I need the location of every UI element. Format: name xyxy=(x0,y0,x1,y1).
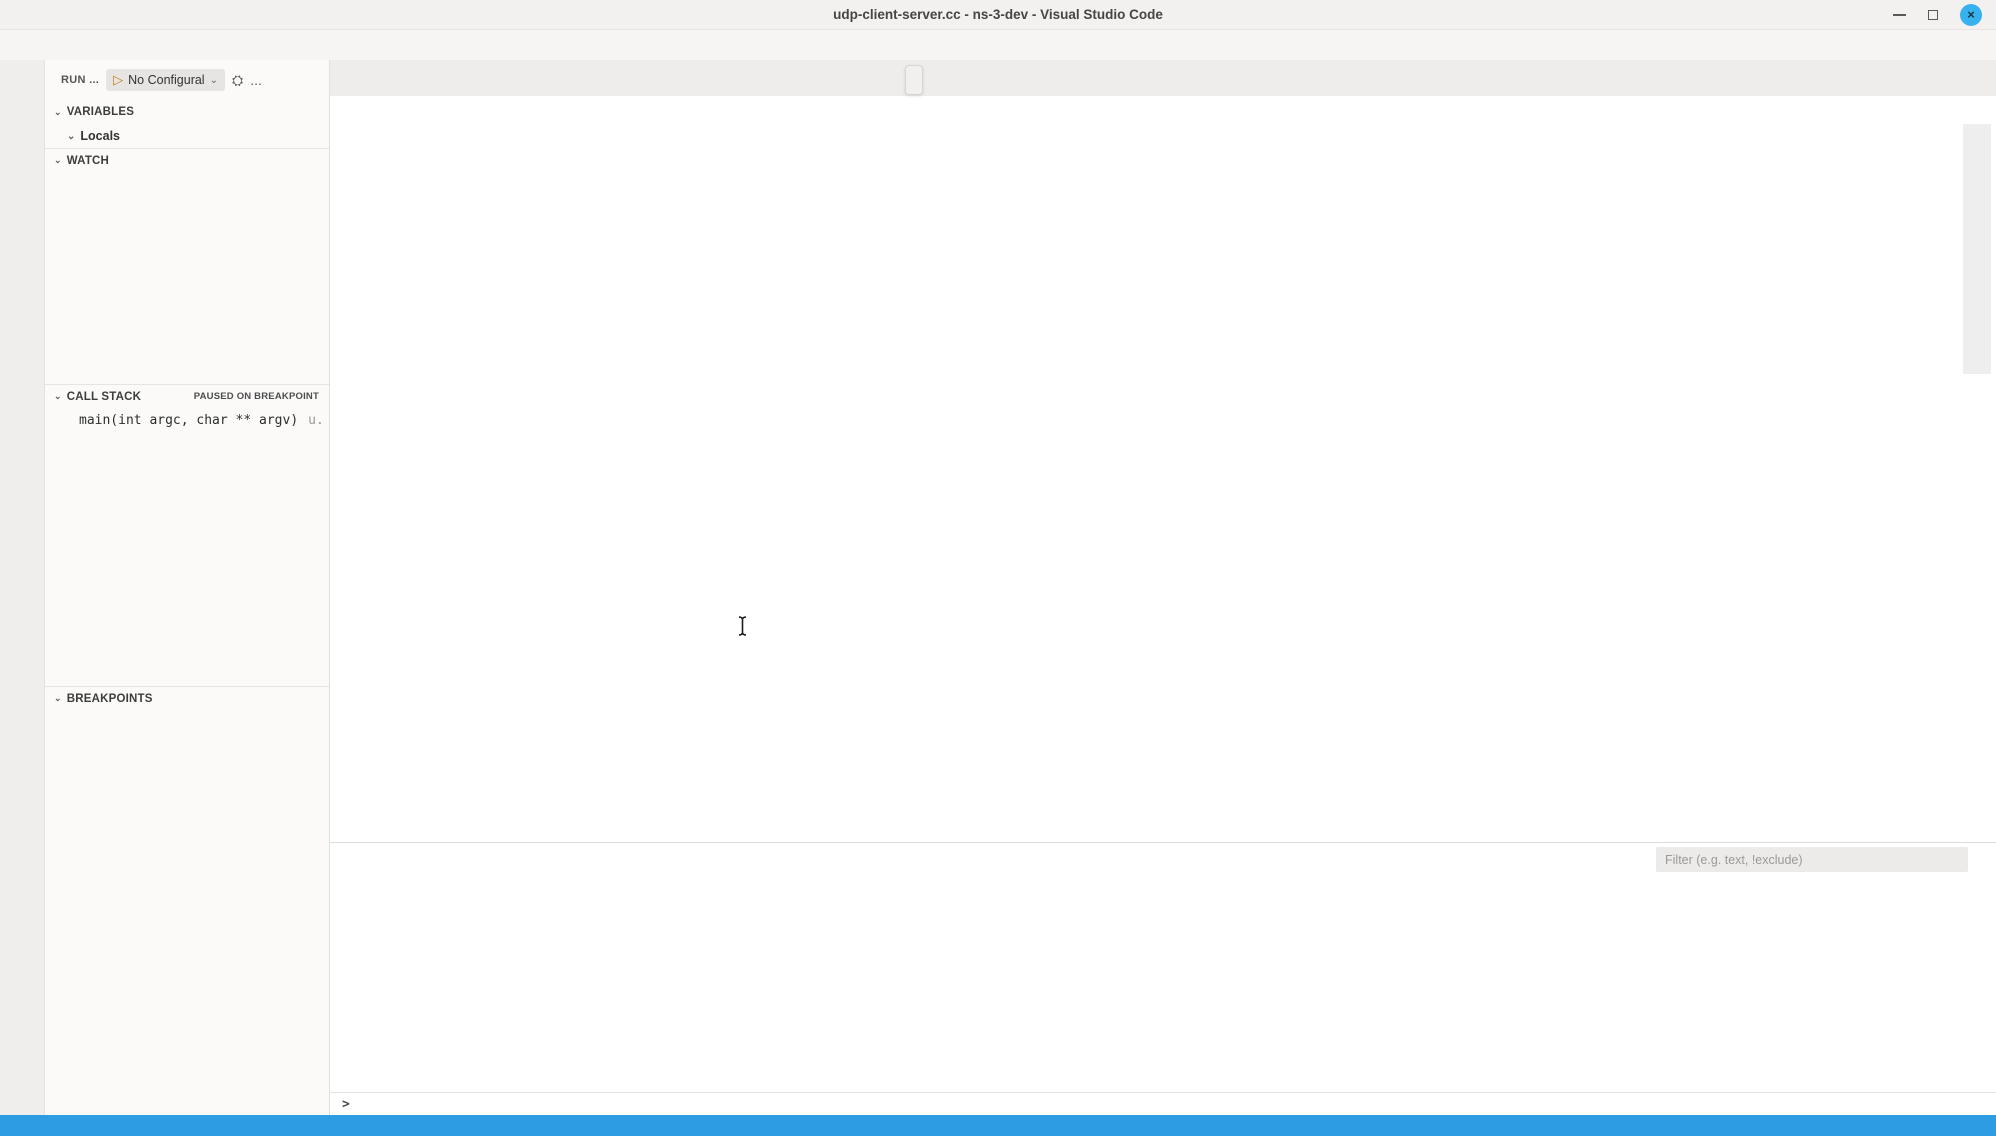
status-bar xyxy=(0,1115,1996,1136)
variables-section-header[interactable]: ⌄ VARIABLES xyxy=(45,100,329,124)
editor-scrollbar[interactable] xyxy=(1958,122,1996,842)
code-editor[interactable] xyxy=(330,122,1996,842)
panel-header xyxy=(330,843,1996,876)
debug-console-input[interactable]: > xyxy=(330,1092,1996,1115)
editor-actions xyxy=(1980,60,1996,96)
more-actions-icon[interactable]: ... xyxy=(250,72,262,88)
window-controls: × xyxy=(1893,4,1996,26)
chevron-down-icon: ⌄ xyxy=(54,693,62,704)
chevron-down-icon: ⌄ xyxy=(210,75,218,86)
console-filter-input[interactable] xyxy=(1656,847,1968,872)
minimize-button[interactable] xyxy=(1893,14,1906,16)
main-row: RUN ... ▷ No Configural ⌄ ⛭ ... ⌄ VARIAB… xyxy=(0,60,1996,1115)
vscode-window: { "title_bar": { "title": "udp-client-se… xyxy=(0,0,1996,1136)
debug-config-label: No Configural xyxy=(128,73,204,87)
run-bar: RUN ... ▷ No Configural ⌄ ⛭ ... xyxy=(45,60,329,100)
prompt-chevron: > xyxy=(342,1097,350,1112)
paused-on-breakpoint-badge: PAUSED ON BREAKPOINT xyxy=(194,391,319,402)
scrollbar-thumb[interactable] xyxy=(1963,124,1991,374)
debug-config-dropdown[interactable]: ▷ No Configural ⌄ xyxy=(106,69,225,91)
watch-empty-area xyxy=(45,172,329,384)
bottom-panel: > xyxy=(330,842,1996,1115)
panel-header-right xyxy=(1656,847,1982,872)
editor-tab-bar xyxy=(330,60,1996,96)
run-label: RUN ... xyxy=(61,74,99,86)
breadcrumb[interactable] xyxy=(330,96,1996,122)
title-bar: udp-client-server.cc - ns-3-dev - Visual… xyxy=(0,0,1996,30)
activity-bar xyxy=(0,60,45,1115)
maximize-button[interactable] xyxy=(1928,10,1938,20)
editor-region: > xyxy=(330,60,1996,1115)
chevron-down-icon: ⌄ xyxy=(54,155,62,166)
close-button[interactable]: × xyxy=(1960,4,1982,26)
call-stack-empty-area xyxy=(45,432,329,686)
chevron-down-icon: ⌄ xyxy=(54,391,62,402)
minimap[interactable] xyxy=(1862,122,1958,842)
call-stack-section-header[interactable]: ⌄ CALL STACK PAUSED ON BREAKPOINT xyxy=(45,384,329,408)
start-debug-icon[interactable]: ▷ xyxy=(113,72,123,88)
breakpoints-section-header[interactable]: ⌄ BREAKPOINTS xyxy=(45,686,329,710)
debug-console-output[interactable] xyxy=(330,876,1996,1092)
debug-sidebar: RUN ... ▷ No Configural ⌄ ⛭ ... ⌄ VARIAB… xyxy=(45,60,330,1115)
locals-scope[interactable]: ⌄ Locals xyxy=(45,124,329,148)
gear-icon[interactable]: ⛭ xyxy=(232,72,243,89)
stack-frame[interactable]: main(int argc, char ** argv) u. xyxy=(45,408,329,432)
chevron-down-icon: ⌄ xyxy=(67,131,75,142)
debug-toolbar xyxy=(905,65,923,95)
chevron-down-icon: ⌄ xyxy=(54,107,62,118)
window-title: udp-client-server.cc - ns-3-dev - Visual… xyxy=(0,7,1996,22)
watch-section-header[interactable]: ⌄ WATCH xyxy=(45,148,329,172)
menu-bar xyxy=(0,30,1996,60)
